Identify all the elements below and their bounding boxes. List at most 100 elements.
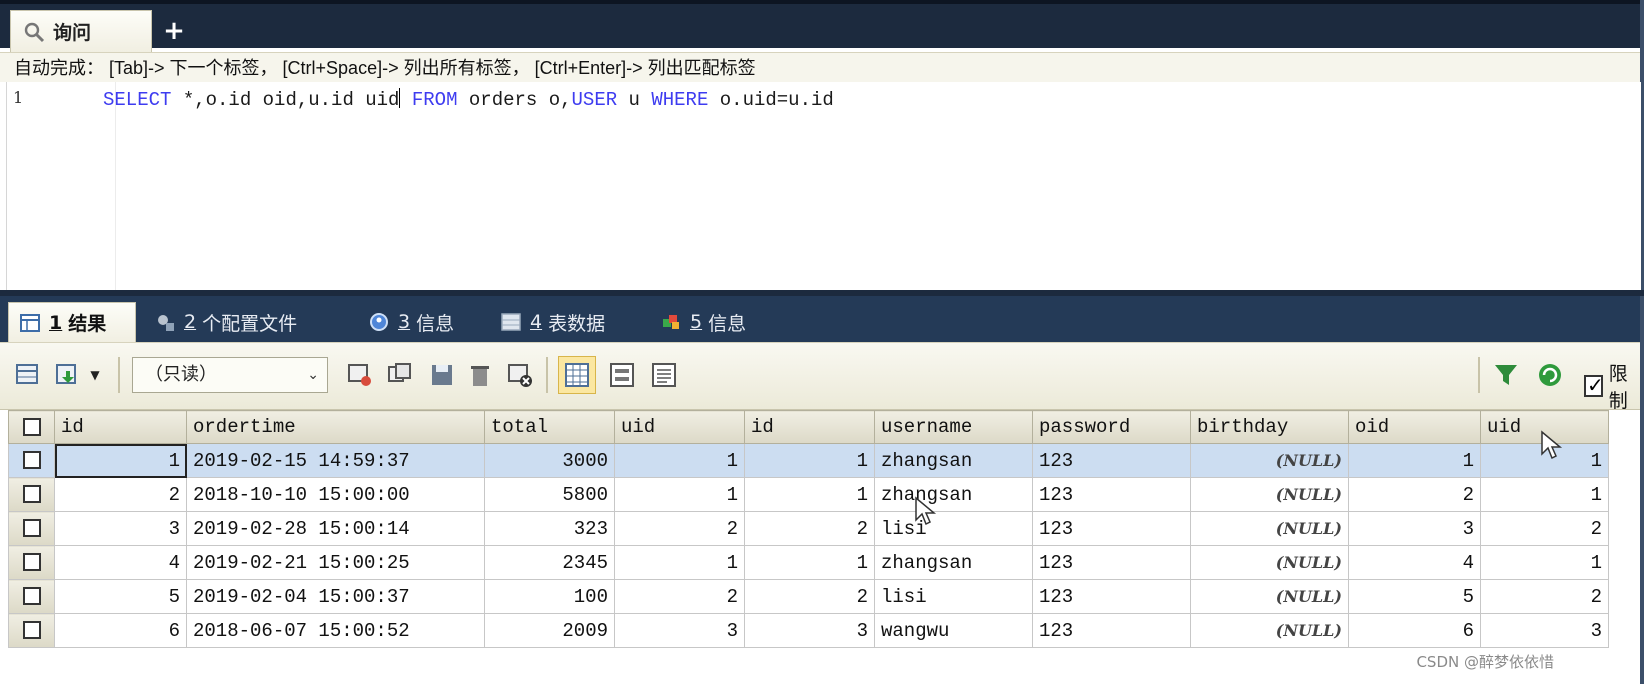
table-cell[interactable]: 3000 — [484, 443, 615, 478]
table-row[interactable]: 2 2018-10-10 15:00:00 5800 1 1 zhangsan 123 (NU… — [8, 477, 1609, 512]
table-cell[interactable]: 1 — [614, 545, 745, 580]
row-checkbox[interactable] — [8, 579, 55, 614]
table-cell[interactable]: 2 — [744, 579, 875, 614]
table-cell[interactable]: 1 — [1348, 443, 1481, 478]
add-tab-button[interactable]: + — [158, 16, 190, 46]
row-checkbox[interactable] — [8, 545, 55, 580]
sql-editor[interactable]: 1 SELECT *,o.id oid,u.id uid FROM orders… — [6, 82, 1641, 290]
limit-check[interactable] — [1584, 373, 1604, 397]
table-cell[interactable]: 2 — [1480, 511, 1609, 546]
table-row[interactable]: 5 2019-02-04 15:00:37 100 2 2 lisi 123 (NULL) 5 2 — [8, 579, 1609, 614]
table-cell[interactable]: 2018-06-07 15:00:52 — [186, 613, 485, 648]
insert-row-button[interactable] — [344, 359, 376, 391]
table-row[interactable]: 1 2019-02-15 14:59:37 3000 1 1 zhangsan 123 (NU… — [8, 443, 1609, 478]
table-cell[interactable]: 1 — [1480, 545, 1609, 580]
table-cell[interactable]: 5 — [54, 579, 187, 614]
table-cell[interactable]: (NULL) — [1190, 579, 1349, 614]
form-view-button[interactable] — [606, 359, 638, 391]
select-all-checkbox[interactable] — [8, 410, 55, 444]
column-header[interactable]: ordertime — [186, 410, 485, 444]
table-cell[interactable]: 323 — [484, 511, 615, 546]
tab-info[interactable]: 5 信息 — [660, 302, 746, 342]
row-checkbox[interactable] — [8, 443, 55, 478]
table-cell[interactable]: 1 — [614, 477, 745, 512]
save-button[interactable] — [426, 359, 458, 391]
table-cell[interactable]: 2 — [614, 579, 745, 614]
table-cell[interactable]: 6 — [1348, 613, 1481, 648]
column-header[interactable]: password — [1032, 410, 1191, 444]
readonly-select[interactable]: （只读） ⌄ — [132, 357, 328, 393]
table-cell[interactable]: 100 — [484, 579, 615, 614]
table-cell[interactable]: 1 — [744, 443, 875, 478]
import-dropdown[interactable]: ▼ — [84, 359, 106, 391]
column-header[interactable]: birthday — [1190, 410, 1349, 444]
tab-query[interactable]: 询问 — [10, 10, 152, 52]
table-cell[interactable]: 2019-02-28 15:00:14 — [186, 511, 485, 546]
tab-messages[interactable]: 3 信息 — [368, 302, 454, 342]
grid-view-button[interactable] — [558, 356, 596, 394]
sql-line[interactable]: SELECT *,o.id oid,u.id uid FROM orders o… — [103, 88, 834, 111]
tab-table-data[interactable]: 4 表数据 — [500, 302, 605, 342]
column-header[interactable]: username — [874, 410, 1033, 444]
table-cell[interactable]: 4 — [54, 545, 187, 580]
export-button[interactable] — [12, 359, 44, 391]
table-cell[interactable]: (NULL) — [1190, 545, 1349, 580]
table-cell[interactable]: 5 — [1348, 579, 1481, 614]
table-cell[interactable]: 1 — [54, 443, 187, 478]
table-cell[interactable]: 2019-02-04 15:00:37 — [186, 579, 485, 614]
table-cell[interactable]: 2 — [1480, 579, 1609, 614]
table-cell[interactable]: 1 — [744, 477, 875, 512]
cancel-changes-button[interactable] — [504, 359, 536, 391]
table-cell[interactable]: 1 — [744, 545, 875, 580]
table-cell[interactable]: 3 — [1480, 613, 1609, 648]
table-cell[interactable]: zhangsan — [874, 443, 1033, 478]
text-view-button[interactable] — [648, 359, 680, 391]
table-cell[interactable]: 3 — [614, 613, 745, 648]
table-cell[interactable]: (NULL) — [1190, 477, 1349, 512]
table-cell[interactable]: 2 — [744, 511, 875, 546]
column-header[interactable]: total — [484, 410, 615, 444]
table-cell[interactable]: lisi — [874, 579, 1033, 614]
table-cell[interactable]: 123 — [1032, 579, 1191, 614]
table-cell[interactable]: 1 — [1480, 477, 1609, 512]
tab-profile[interactable]: 2 个配置文件 — [154, 302, 297, 342]
table-cell[interactable]: 2009 — [484, 613, 615, 648]
tab-result[interactable]: 1 结果 — [8, 302, 136, 342]
table-cell[interactable]: 2345 — [484, 545, 615, 580]
result-grid[interactable]: id ordertime total uid id username passw… — [8, 410, 1609, 648]
table-cell[interactable]: zhangsan — [874, 545, 1033, 580]
duplicate-row-button[interactable] — [384, 359, 416, 391]
table-cell[interactable]: 5800 — [484, 477, 615, 512]
row-checkbox[interactable] — [8, 477, 55, 512]
table-cell[interactable]: 2 — [614, 511, 745, 546]
table-cell[interactable]: lisi — [874, 511, 1033, 546]
table-row[interactable]: 6 2018-06-07 15:00:52 2009 3 3 wangwu 123 (NULL… — [8, 613, 1609, 648]
table-cell[interactable]: 2019-02-15 14:59:37 — [186, 443, 485, 478]
table-cell[interactable]: 3 — [744, 613, 875, 648]
table-cell[interactable]: wangwu — [874, 613, 1033, 648]
table-cell[interactable]: (NULL) — [1190, 511, 1349, 546]
table-cell[interactable]: 1 — [614, 443, 745, 478]
table-cell[interactable]: 123 — [1032, 477, 1191, 512]
filter-button[interactable] — [1490, 359, 1522, 391]
table-cell[interactable]: zhangsan — [874, 477, 1033, 512]
table-cell[interactable]: 123 — [1032, 443, 1191, 478]
import-button[interactable] — [52, 359, 84, 391]
table-cell[interactable]: 6 — [54, 613, 187, 648]
refresh-button[interactable] — [1534, 359, 1566, 391]
column-header[interactable]: id — [54, 410, 187, 444]
row-checkbox[interactable] — [8, 511, 55, 546]
table-cell[interactable]: 123 — [1032, 613, 1191, 648]
table-cell[interactable]: 3 — [1348, 511, 1481, 546]
table-cell[interactable]: 123 — [1032, 511, 1191, 546]
column-header[interactable]: id — [744, 410, 875, 444]
delete-button[interactable] — [464, 359, 496, 391]
table-row[interactable]: 4 2019-02-21 15:00:25 2345 1 1 zhangsan 123 (NU… — [8, 545, 1609, 580]
table-row[interactable]: 3 2019-02-28 15:00:14 323 2 2 lisi 123 (NULL) 3 2 — [8, 511, 1609, 546]
column-header[interactable]: oid — [1348, 410, 1481, 444]
table-cell[interactable]: 2 — [54, 477, 187, 512]
table-cell[interactable]: (NULL) — [1190, 613, 1349, 648]
table-cell[interactable]: 3 — [54, 511, 187, 546]
table-cell[interactable]: 2018-10-10 15:00:00 — [186, 477, 485, 512]
table-cell[interactable]: 123 — [1032, 545, 1191, 580]
